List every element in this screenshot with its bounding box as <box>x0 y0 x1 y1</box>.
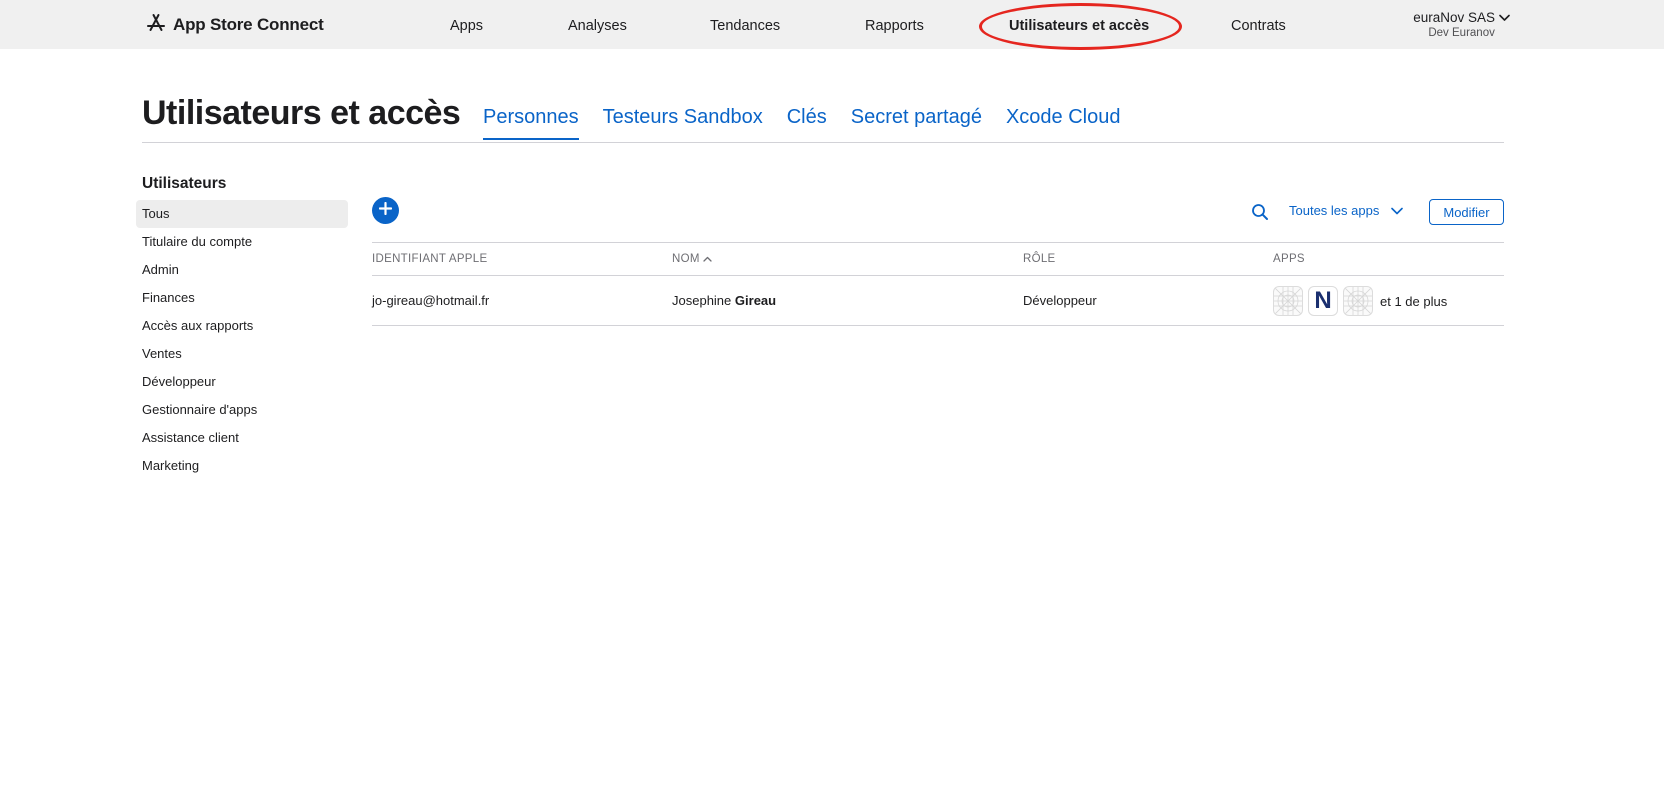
brand-name: App Store Connect <box>173 15 324 34</box>
sidebar-heading: Utilisateurs <box>142 175 227 192</box>
app-placeholder-icon <box>1343 286 1373 316</box>
chevron-up-icon <box>703 253 712 265</box>
tab-personnes[interactable]: Personnes <box>483 106 579 140</box>
nav-tendances[interactable]: Tendances <box>710 18 780 34</box>
sidebar-item-admin[interactable]: Admin <box>136 256 348 284</box>
add-user-button[interactable] <box>372 197 399 224</box>
tab-testeurs-sandbox[interactable]: Testeurs Sandbox <box>603 106 763 140</box>
sidebar-item-tous[interactable]: Tous <box>136 200 348 228</box>
tab-cles[interactable]: Clés <box>787 106 827 140</box>
nav-rapports[interactable]: Rapports <box>865 18 924 34</box>
account-name: euraNov SAS <box>1413 10 1495 25</box>
nav-utilisateurs-et-acces[interactable]: Utilisateurs et accès <box>1009 18 1149 34</box>
app-store-icon <box>146 13 166 38</box>
sidebar-item-acces-aux-rapports[interactable]: Accès aux rapports <box>136 312 348 340</box>
brand-link[interactable]: App Store Connect <box>146 13 324 38</box>
top-bar: App Store Connect Apps Analyses Tendance… <box>0 0 1664 50</box>
tab-xcode-cloud[interactable]: Xcode Cloud <box>1006 106 1121 140</box>
search-button[interactable] <box>1251 203 1269 221</box>
table-header: IDENTIFIANT APPLE NOM RÔLE APPS <box>372 242 1504 276</box>
search-icon <box>1251 204 1269 225</box>
chevron-down-icon <box>1391 203 1404 218</box>
page-title: Utilisateurs et accès <box>142 94 461 132</box>
sidebar-item-ventes[interactable]: Ventes <box>136 340 348 368</box>
column-header-role[interactable]: RÔLE <box>1023 253 1056 265</box>
nav-analyses[interactable]: Analyses <box>568 18 627 34</box>
app-n-icon: N <box>1308 286 1338 316</box>
account-menu[interactable]: euraNov SAS Dev Euranov <box>1413 10 1510 39</box>
column-header-apps: APPS <box>1273 253 1305 265</box>
users-table: IDENTIFIANT APPLE NOM RÔLE APPS jo-girea… <box>372 242 1504 326</box>
chevron-down-icon <box>1499 10 1510 25</box>
plus-icon <box>378 201 393 220</box>
column-header-nom-label: NOM <box>672 253 700 265</box>
nav-contrats[interactable]: Contrats <box>1231 18 1286 34</box>
nav-apps[interactable]: Apps <box>450 18 483 34</box>
section-tabs: Personnes Testeurs Sandbox Clés Secret p… <box>483 106 1144 140</box>
account-team: Dev Euranov <box>1428 27 1495 39</box>
sidebar-item-gestionnaire-d-apps[interactable]: Gestionnaire d'apps <box>136 396 348 424</box>
tab-secret-partage[interactable]: Secret partagé <box>851 106 982 140</box>
header-divider <box>142 142 1504 143</box>
sidebar-item-finances[interactable]: Finances <box>136 284 348 312</box>
app-n-letter: N <box>1314 287 1332 314</box>
cell-name: Josephine Gireau <box>672 293 776 308</box>
column-header-apple-id[interactable]: IDENTIFIANT APPLE <box>372 253 487 265</box>
modify-button[interactable]: Modifier <box>1429 199 1504 225</box>
cell-last-name: Gireau <box>734 293 777 308</box>
app-placeholder-icon <box>1273 286 1303 316</box>
app-filter-label: Toutes les apps <box>1289 203 1380 218</box>
column-header-nom[interactable]: NOM <box>672 253 712 265</box>
sidebar-item-assistance-client[interactable]: Assistance client <box>136 424 348 452</box>
cell-first-name: Josephine <box>672 293 732 308</box>
sidebar-item-titulaire-du-compte[interactable]: Titulaire du compte <box>136 228 348 256</box>
table-row[interactable]: jo-gireau@hotmail.fr Josephine Gireau Dé… <box>372 276 1504 326</box>
cell-apple-id: jo-gireau@hotmail.fr <box>372 293 490 308</box>
more-apps-text: et 1 de plus <box>1380 293 1448 309</box>
sidebar: Tous Titulaire du compte Admin Finances … <box>136 200 348 480</box>
sidebar-item-developpeur[interactable]: Développeur <box>136 368 348 396</box>
sidebar-item-marketing[interactable]: Marketing <box>136 452 348 480</box>
app-filter-dropdown[interactable]: Toutes les apps <box>1289 203 1404 218</box>
cell-apps: N et 1 de plus <box>1273 286 1447 316</box>
cell-role: Développeur <box>1023 293 1097 308</box>
